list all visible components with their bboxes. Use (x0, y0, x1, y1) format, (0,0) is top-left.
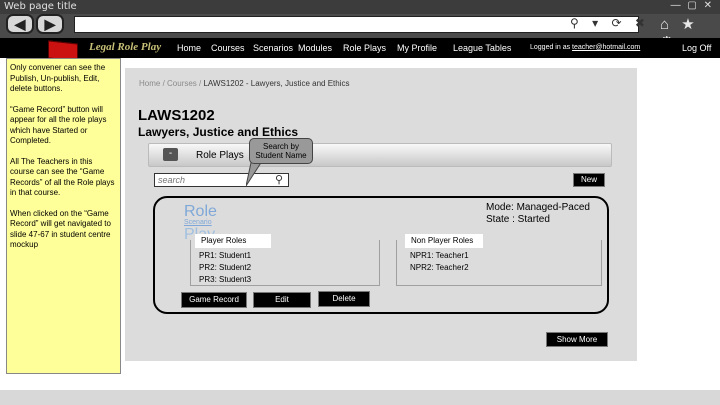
player-roles-list: PR1: Student1 PR2: Student2 PR3: Student… (199, 250, 251, 286)
collapse-button[interactable]: - (163, 148, 178, 161)
show-more-button[interactable]: Show More (546, 332, 608, 347)
page-footer (0, 390, 720, 405)
role-play-state: State : Started (486, 214, 550, 225)
edit-button[interactable]: Edit (253, 292, 311, 308)
nav-my-profile[interactable]: My Profile (397, 43, 437, 53)
window-title: Web page title (4, 1, 77, 12)
course-name-title: Lawyers, Justice and Ethics (138, 125, 299, 139)
annotation-note: Only convener can see the Publish, Un-pu… (6, 58, 121, 374)
address-bar[interactable] (74, 16, 639, 33)
role-play-mode: Mode: Managed-Paced (486, 202, 590, 213)
nav-home[interactable]: Home (177, 43, 201, 53)
window-titlebar (0, 0, 720, 14)
nav-courses[interactable]: Courses (211, 43, 245, 53)
list-item: PR1: Student1 (199, 251, 252, 260)
window-controls[interactable]: — ▢ ✕ (671, 0, 714, 11)
list-item: PR2: Student2 (199, 263, 252, 272)
back-button[interactable]: ◀ (6, 14, 34, 34)
role-play-mode-state: Mode: Managed-Paced State : Started (486, 202, 590, 226)
tab-role-plays[interactable]: Role Plays (196, 150, 244, 161)
logoff-link[interactable]: Log Off (682, 43, 711, 53)
logged-in-prefix: Logged in as (530, 44, 573, 51)
role-play-logo-line: Scenario (184, 219, 212, 226)
non-player-roles-list: NPR1: Teacher1 NPR2: Teacher2 (410, 250, 469, 274)
logged-in-status: Logged in as teacher@hotmail.com (530, 44, 640, 51)
course-code-title: LAWS1202 (138, 107, 215, 124)
site-logo[interactable]: Legal Role Play (89, 41, 161, 53)
list-item: PR3: Student3 (199, 275, 252, 284)
nav-scenarios[interactable]: Scenarios (253, 43, 293, 53)
nav-role-plays[interactable]: Role Plays (343, 43, 386, 53)
note-text: Only convener can see the Publish, Un-pu… (10, 63, 106, 93)
new-button[interactable]: New (573, 173, 605, 187)
search-icon[interactable]: ⚲ (275, 173, 283, 186)
breadcrumb: Home / Courses / LAWS1202 - Lawyers, Jus… (139, 79, 349, 88)
breadcrumb-current: LAWS1202 - Lawyers, Justice and Ethics (203, 79, 350, 88)
list-item: NPR1: Teacher1 (410, 251, 469, 260)
list-item: NPR2: Teacher2 (410, 263, 469, 272)
note-text: When clicked on the “Game Record” will g… (10, 208, 111, 250)
nav-league-tables[interactable]: League Tables (453, 43, 511, 53)
player-roles-title: Player Roles (195, 234, 271, 248)
breadcrumb-home[interactable]: Home (139, 79, 160, 88)
forward-button[interactable]: ▶ (36, 14, 64, 34)
delete-button[interactable]: Delete (318, 291, 370, 307)
breadcrumb-sep: / (160, 79, 168, 88)
nav-modules[interactable]: Modules (298, 43, 332, 53)
address-bar-icons[interactable]: ⚲ ▾ ⟳ ✖ (570, 16, 650, 30)
note-text: All The Teachers in this course can see … (10, 156, 115, 198)
user-email-link[interactable]: teacher@hotmail.com (572, 44, 640, 51)
game-record-button[interactable]: Game Record (181, 292, 247, 308)
non-player-roles-title: Non Player Roles (405, 234, 483, 248)
note-text: “Game Record” button will appear for all… (10, 104, 107, 146)
breadcrumb-courses[interactable]: Courses (167, 79, 197, 88)
search-callout: Search by Student Name (249, 138, 313, 164)
